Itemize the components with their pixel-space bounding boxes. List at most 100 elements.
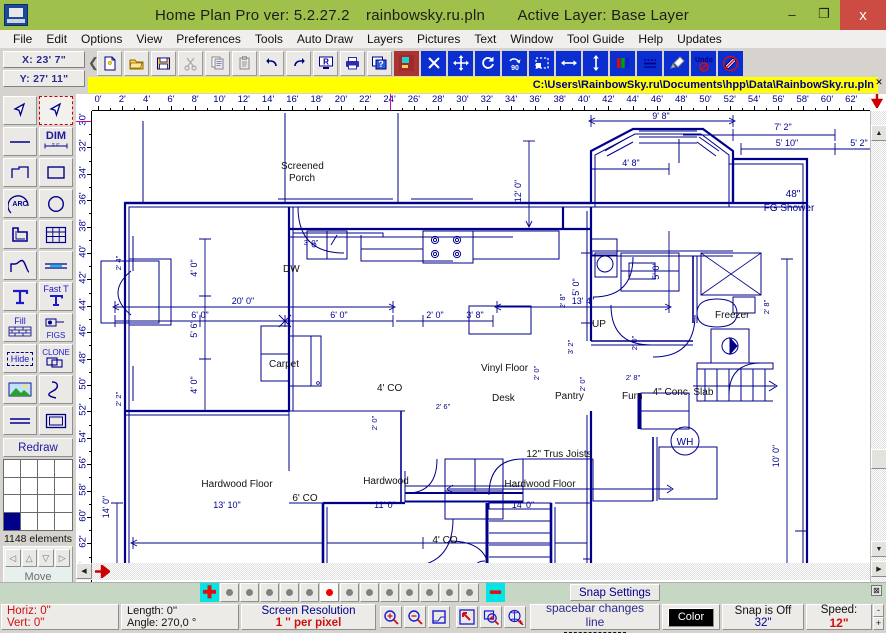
windows-grid-tool[interactable] (39, 220, 73, 249)
swatch[interactable] (4, 478, 21, 496)
swatch[interactable] (38, 495, 55, 513)
nested-rect-tool[interactable] (39, 406, 73, 435)
menu-auto-draw[interactable]: Auto Draw (290, 31, 360, 47)
line-weight-5[interactable] (300, 583, 319, 602)
zoom-select-button[interactable] (456, 606, 478, 628)
color-bars-button[interactable] (610, 51, 635, 76)
double-line-tool[interactable] (39, 251, 73, 280)
zoom-previous-button[interactable] (504, 606, 526, 628)
scroll-down-button[interactable]: ▼ (871, 541, 886, 557)
line-tool[interactable] (3, 127, 37, 156)
parallel-lines-tool[interactable] (3, 406, 37, 435)
swatch[interactable] (21, 513, 38, 531)
swatch[interactable] (21, 495, 38, 513)
scroll-right-button[interactable]: ▶ (871, 561, 886, 577)
hscroll-left-button[interactable]: ◀ (76, 563, 92, 579)
menu-help[interactable]: Help (631, 31, 670, 47)
remove-line-weight-button[interactable]: ━ (486, 583, 505, 602)
print-button[interactable] (340, 51, 365, 76)
undo-all-button[interactable]: Undo (691, 51, 716, 76)
snap-settings-button[interactable]: Snap Settings (570, 584, 660, 601)
cancel-tool-button[interactable] (718, 51, 743, 76)
undo-button[interactable] (259, 51, 284, 76)
speed-increase-button[interactable]: + (873, 617, 884, 630)
swatch[interactable] (38, 460, 55, 478)
line-weight-1[interactable] (220, 583, 239, 602)
picture-tool[interactable] (3, 375, 37, 404)
swatch[interactable] (38, 478, 55, 496)
menu-edit[interactable]: Edit (39, 31, 74, 47)
color-swatch-grid[interactable] (3, 459, 73, 531)
speed-status[interactable]: Speed: 12" (806, 604, 872, 630)
move-button[interactable] (448, 51, 473, 76)
vertical-scroll-thumb[interactable] (871, 449, 886, 469)
line-weight-7[interactable] (340, 583, 359, 602)
horizontal-ruler[interactable]: 0'2'4'6'8'10'12'14'16'18'20'22'24'26'28'… (92, 94, 870, 111)
swatch[interactable] (55, 495, 72, 513)
help-layout-button[interactable]: ? (367, 51, 392, 76)
paste-button[interactable] (232, 51, 257, 76)
menu-text[interactable]: Text (467, 31, 503, 47)
clone-tool[interactable]: CLONE (39, 344, 73, 373)
swatch[interactable] (4, 495, 21, 513)
menu-updates[interactable]: Updates (670, 31, 729, 47)
snap-status[interactable]: Snap is Off 32" (722, 604, 804, 630)
line-weight-3[interactable] (260, 583, 279, 602)
move-up-button[interactable]: △ (22, 549, 38, 567)
circle-tool[interactable] (39, 189, 73, 218)
minimize-button[interactable]: – (776, 0, 808, 28)
add-line-weight-button[interactable]: ✚ (200, 583, 219, 602)
pointer-select-tool[interactable] (3, 96, 37, 125)
vertical-scrollbar[interactable]: ▲ ▼ ▶ (870, 111, 886, 582)
menu-preferences[interactable]: Preferences (169, 31, 248, 47)
stairs-tool[interactable] (3, 251, 37, 280)
line-weight-6-selected[interactable] (320, 583, 339, 602)
close-button[interactable]: x (840, 0, 886, 30)
pan-right-arrow-icon[interactable] (95, 565, 110, 578)
arc-tool[interactable]: ARC (3, 189, 37, 218)
fast-text-tool[interactable]: Fast T (39, 282, 73, 311)
line-weight-12[interactable] (440, 583, 459, 602)
fill-pattern-tool[interactable]: Fill (3, 313, 37, 342)
speed-decrease-button[interactable]: - (873, 604, 884, 617)
line-weight-10[interactable] (400, 583, 419, 602)
wall-tool[interactable] (3, 220, 37, 249)
swatch[interactable] (55, 478, 72, 496)
line-weight-4[interactable] (280, 583, 299, 602)
stretch-horizontal-button[interactable] (556, 51, 581, 76)
menu-tool-guide[interactable]: Tool Guide (560, 31, 631, 47)
line-weight-11[interactable] (420, 583, 439, 602)
paint-fill-button[interactable] (664, 51, 689, 76)
open-file-button[interactable] (124, 51, 149, 76)
floor-plan-drawing[interactable]: Screened Porch 20' 0" 6' 0" 6' 0" 2' 0" … (93, 111, 870, 582)
swatch-selected[interactable] (4, 513, 21, 531)
menu-pictures[interactable]: Pictures (410, 31, 467, 47)
rotate-90-button[interactable]: 90 (502, 51, 527, 76)
redraw-button-sidebar[interactable]: Redraw (3, 438, 73, 457)
freehand-curve-tool[interactable] (39, 375, 73, 404)
zoom-window-button[interactable] (480, 606, 502, 628)
menu-tools[interactable]: Tools (248, 31, 290, 47)
bar-close-icon[interactable]: ⊠ (871, 585, 882, 596)
menu-view[interactable]: View (129, 31, 169, 47)
delete-button[interactable] (421, 51, 446, 76)
pan-down-arrow-icon[interactable] (870, 94, 884, 108)
scroll-up-button[interactable]: ▲ (871, 125, 886, 141)
select-area-button[interactable] (529, 51, 554, 76)
drawing-canvas-area[interactable]: 0'2'4'6'8'10'12'14'16'18'20'22'24'26'28'… (76, 94, 886, 582)
copy-button[interactable] (205, 51, 230, 76)
rectangle-tool[interactable] (39, 158, 73, 187)
move-down-button[interactable]: ▽ (38, 549, 54, 567)
menu-layers[interactable]: Layers (360, 31, 410, 47)
menu-file[interactable]: File (6, 31, 39, 47)
zoom-out-button[interactable] (404, 606, 426, 628)
polyline-tool[interactable] (3, 158, 37, 187)
menu-options[interactable]: Options (74, 31, 129, 47)
swatch[interactable] (21, 478, 38, 496)
dimension-tool[interactable]: DIM 5' 0" (39, 127, 73, 156)
horizontal-scrollbar[interactable]: ◀ (76, 563, 870, 580)
swatch[interactable] (55, 460, 72, 478)
line-weight-13[interactable] (460, 583, 479, 602)
line-style-button[interactable] (637, 51, 662, 76)
zoom-fit-button[interactable] (428, 606, 450, 628)
